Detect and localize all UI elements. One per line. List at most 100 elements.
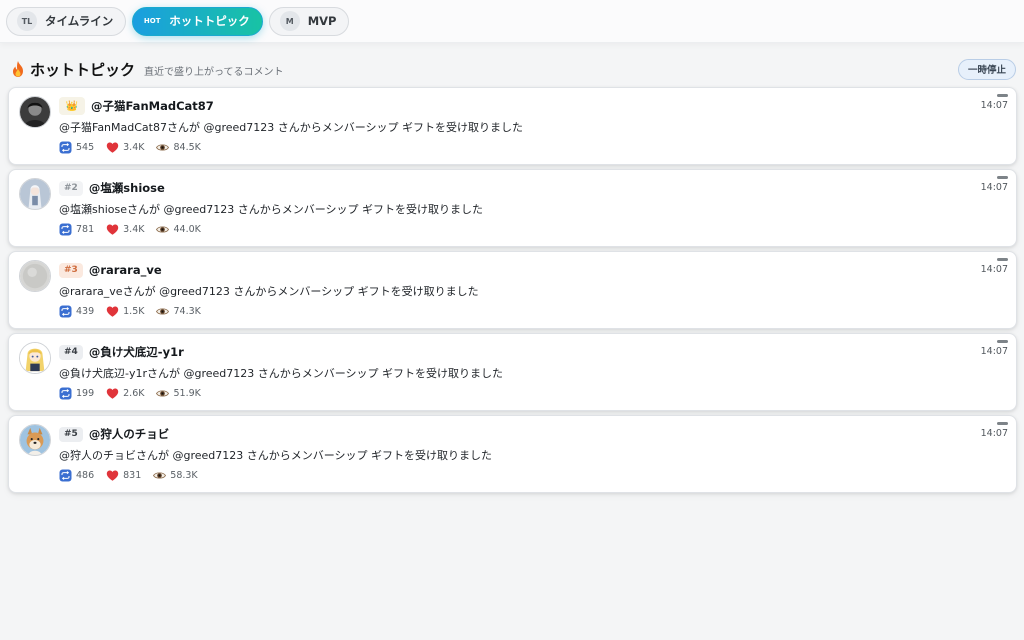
tab-label: MVP	[307, 14, 337, 28]
rank-badge: #3	[59, 262, 83, 278]
repost-icon	[59, 387, 72, 400]
stats-row: 439 1.5K 74.3K	[59, 305, 1008, 318]
view-stat: 74.3K	[156, 305, 201, 318]
section-header: ホットトピック 直近で盛り上がってるコメント 一時停止	[0, 51, 1024, 87]
card-body: #2 @塩瀬shiose 14:07 @塩瀬shioseさんが @greed71…	[59, 176, 1008, 236]
avatar[interactable]	[19, 260, 51, 292]
card-header: #4 @負け犬底辺-y1r 14:07	[59, 340, 1008, 362]
heart-icon	[106, 142, 119, 153]
view-count: 74.3K	[173, 306, 201, 317]
menu-dash-icon[interactable]	[997, 176, 1008, 179]
view-count: 51.9K	[173, 388, 201, 399]
eye-icon	[156, 144, 170, 151]
menu-dash-icon[interactable]	[997, 94, 1008, 97]
comment-card[interactable]: #3 @rarara_ve 14:07 @rarara_veさんが @greed…	[8, 251, 1017, 329]
comment-card[interactable]: #5 @狩人のチョビ 14:07 @狩人のチョビさんが @greed7123 さ…	[8, 415, 1017, 493]
like-stat[interactable]: 831	[106, 469, 141, 482]
crown-icon: 👑	[59, 97, 85, 115]
repost-icon	[59, 469, 72, 482]
view-stat: 84.5K	[156, 141, 201, 154]
card-body: 👑 @子猫FanMadCat87 14:07 @子猫FanMadCat87さんが…	[59, 94, 1008, 154]
comment-text: @狩人のチョビさんが @greed7123 さんからメンバーシップ ギフトを受け…	[59, 449, 493, 462]
tab-badge: HOT	[143, 17, 161, 25]
repost-stat[interactable]: 545	[59, 141, 94, 154]
username[interactable]: @rarara_ve	[89, 263, 162, 277]
username[interactable]: @負け犬底辺-y1r	[89, 344, 184, 360]
username[interactable]: @塩瀬shiose	[89, 180, 165, 196]
avatar[interactable]	[19, 178, 51, 210]
repost-count: 781	[76, 224, 95, 235]
menu-dash-icon[interactable]	[997, 340, 1008, 343]
view-stat: 58.3K	[153, 469, 198, 482]
view-stat: 51.9K	[156, 387, 201, 400]
blonde-character-avatar	[20, 343, 50, 373]
page-title: ホットトピック	[30, 60, 136, 79]
eye-icon	[156, 308, 170, 315]
timestamp: 14:07	[980, 182, 1008, 193]
comment-card[interactable]: #4 @負け犬底辺-y1r 14:07 @負け犬底辺-y1rさんが @greed…	[8, 333, 1017, 411]
repost-stat[interactable]: 439	[59, 305, 94, 318]
shiba-dog-avatar	[20, 425, 50, 455]
comment-text: @子猫FanMadCat87さんが @greed7123 さんからメンバーシップ…	[59, 121, 524, 134]
timestamp: 14:07	[980, 346, 1008, 357]
card-header: #5 @狩人のチョビ 14:07	[59, 422, 1008, 444]
comment-card[interactable]: #2 @塩瀬shiose 14:07 @塩瀬shioseさんが @greed71…	[8, 169, 1017, 247]
view-count: 58.3K	[170, 470, 198, 481]
repost-count: 439	[76, 306, 95, 317]
comment-text: @塩瀬shioseさんが @greed7123 さんからメンバーシップ ギフトを…	[59, 203, 484, 216]
tab-bar: TL タイムライン HOT ホットトピック M MVP	[0, 0, 1024, 43]
heart-icon	[106, 388, 119, 399]
repost-stat[interactable]: 486	[59, 469, 94, 482]
comment-card[interactable]: 👑 @子猫FanMadCat87 14:07 @子猫FanMadCat87さんが…	[8, 87, 1017, 165]
avatar[interactable]	[19, 342, 51, 374]
like-stat[interactable]: 2.6K	[106, 387, 144, 400]
heart-icon	[106, 224, 119, 235]
tab-timeline[interactable]: TL タイムライン	[6, 6, 127, 36]
repost-count: 486	[76, 470, 95, 481]
view-stat: 44.0K	[156, 223, 201, 236]
tab-label: ホットトピック	[169, 14, 250, 28]
view-count: 84.5K	[173, 142, 201, 153]
pause-button[interactable]: 一時停止	[957, 58, 1016, 80]
timestamp: 14:07	[980, 264, 1008, 275]
card-body: #3 @rarara_ve 14:07 @rarara_veさんが @greed…	[59, 258, 1008, 318]
hot-topic-feed: 👑 @子猫FanMadCat87 14:07 @子猫FanMadCat87さんが…	[0, 87, 1024, 493]
card-header: 👑 @子猫FanMadCat87 14:07	[59, 94, 1008, 116]
like-stat[interactable]: 3.4K	[106, 223, 144, 236]
tab-mvp[interactable]: M MVP	[268, 6, 350, 36]
like-count: 2.6K	[123, 388, 145, 399]
menu-dash-icon[interactable]	[997, 422, 1008, 425]
stats-row: 199 2.6K 51.9K	[59, 387, 1008, 400]
tab-badge: M	[279, 11, 300, 31]
like-stat[interactable]: 1.5K	[106, 305, 144, 318]
like-count: 3.4K	[123, 142, 145, 153]
stats-row: 781 3.4K 44.0K	[59, 223, 1008, 236]
comment-text: @rarara_veさんが @greed7123 さんからメンバーシップ ギフト…	[59, 285, 479, 298]
card-header: #2 @塩瀬shiose 14:07	[59, 176, 1008, 198]
eye-icon	[156, 226, 170, 233]
card-header: #3 @rarara_ve 14:07	[59, 258, 1008, 280]
rank-badge: #5	[59, 426, 83, 442]
like-stat[interactable]: 3.4K	[106, 141, 144, 154]
username[interactable]: @狩人のチョビ	[89, 426, 170, 442]
repost-stat[interactable]: 781	[59, 223, 94, 236]
heart-icon	[106, 470, 119, 481]
avatar[interactable]	[19, 96, 51, 128]
heart-icon	[106, 306, 119, 317]
username[interactable]: @子猫FanMadCat87	[91, 98, 214, 114]
grey-circle-avatar	[20, 261, 50, 291]
tab-label: タイムライン	[45, 14, 114, 28]
tab-hot-topics[interactable]: HOT ホットトピック	[132, 6, 263, 36]
repost-stat[interactable]: 199	[59, 387, 94, 400]
like-count: 1.5K	[123, 306, 145, 317]
like-count: 831	[123, 470, 142, 481]
avatar[interactable]	[19, 424, 51, 456]
timestamp: 14:07	[980, 100, 1008, 111]
repost-count: 199	[76, 388, 95, 399]
card-body: #5 @狩人のチョビ 14:07 @狩人のチョビさんが @greed7123 さ…	[59, 422, 1008, 482]
rank-badge: #2	[59, 180, 83, 196]
card-body: #4 @負け犬底辺-y1r 14:07 @負け犬底辺-y1rさんが @greed…	[59, 340, 1008, 400]
eye-icon	[156, 390, 170, 397]
dark-portrait-avatar	[20, 97, 50, 127]
menu-dash-icon[interactable]	[997, 258, 1008, 261]
